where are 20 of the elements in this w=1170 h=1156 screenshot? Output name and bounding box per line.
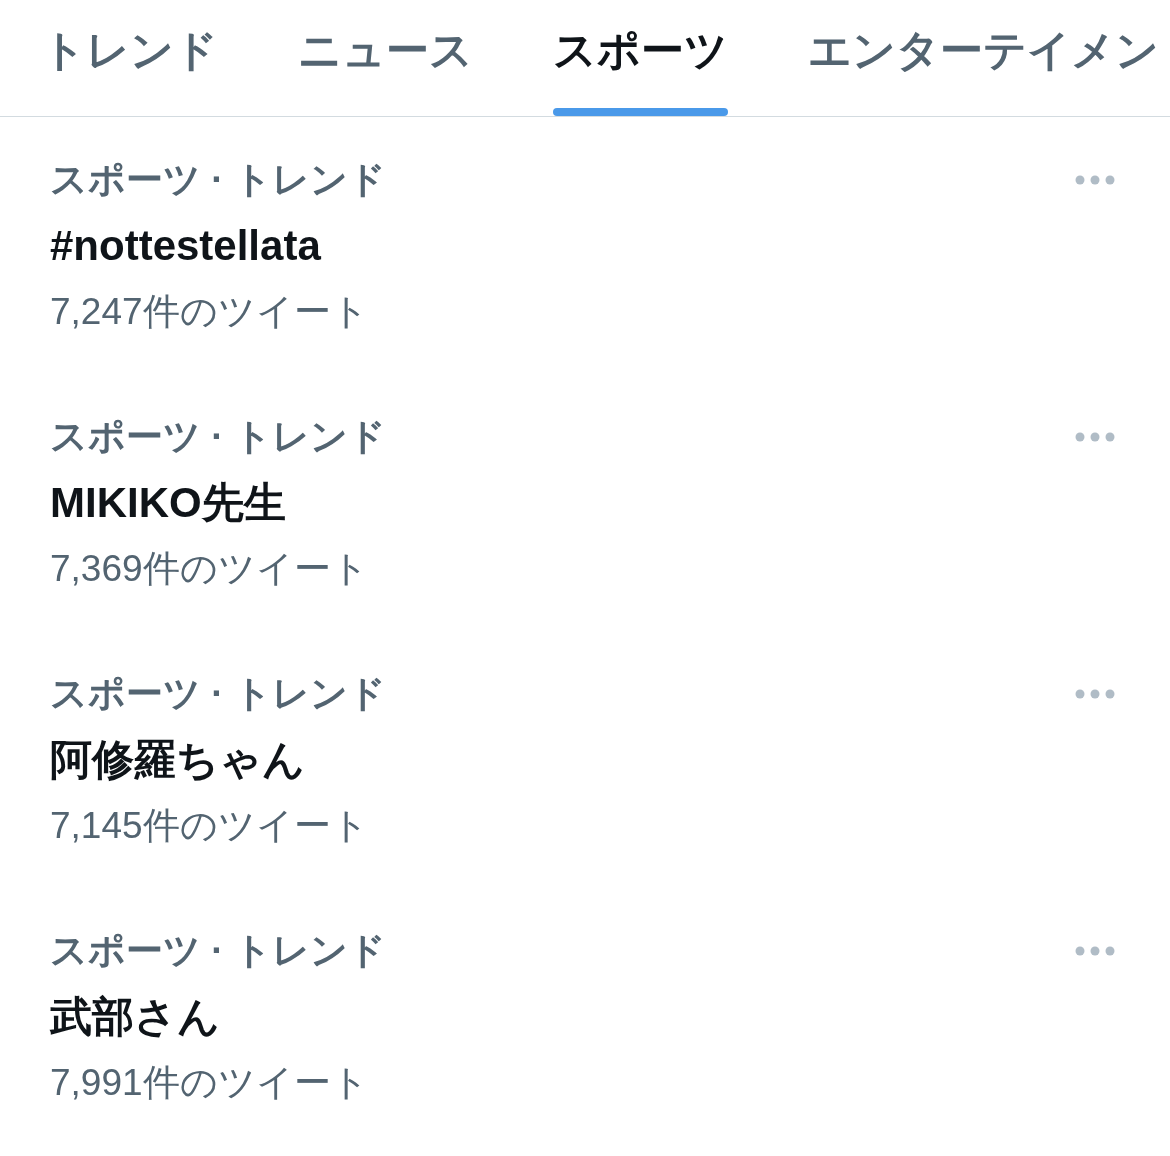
trend-title: 阿修羅ちゃん — [50, 735, 306, 785]
tweet-count: 7,369件のツイート — [50, 547, 370, 591]
trend-category: スポーツ · トレンド — [50, 158, 386, 202]
trend-title: MIKIKO先生 — [50, 478, 287, 528]
trend-category: スポーツ · トレンド — [50, 415, 386, 459]
tab[interactable]: トレンド — [38, 0, 222, 116]
more-icon[interactable] — [1075, 946, 1115, 956]
more-icon[interactable] — [1075, 175, 1115, 185]
trend-category: スポーツ · トレンド — [50, 672, 386, 716]
tab[interactable]: スポーツ — [549, 0, 732, 116]
trend-title: 武部さん — [50, 992, 221, 1042]
tweet-count: 7,991件のツイート — [50, 1061, 370, 1105]
tweet-count: 7,247件のツイート — [50, 290, 370, 334]
trend-category: スポーツ · トレンド — [50, 929, 386, 973]
more-icon[interactable] — [1075, 432, 1115, 442]
more-icon[interactable] — [1075, 689, 1115, 699]
tab[interactable]: ニュース — [294, 0, 477, 116]
tab[interactable]: エンターテイメン — [804, 0, 1163, 116]
tweet-count: 7,145件のツイート — [50, 804, 370, 848]
trend-title: #nottestellata — [50, 221, 322, 271]
